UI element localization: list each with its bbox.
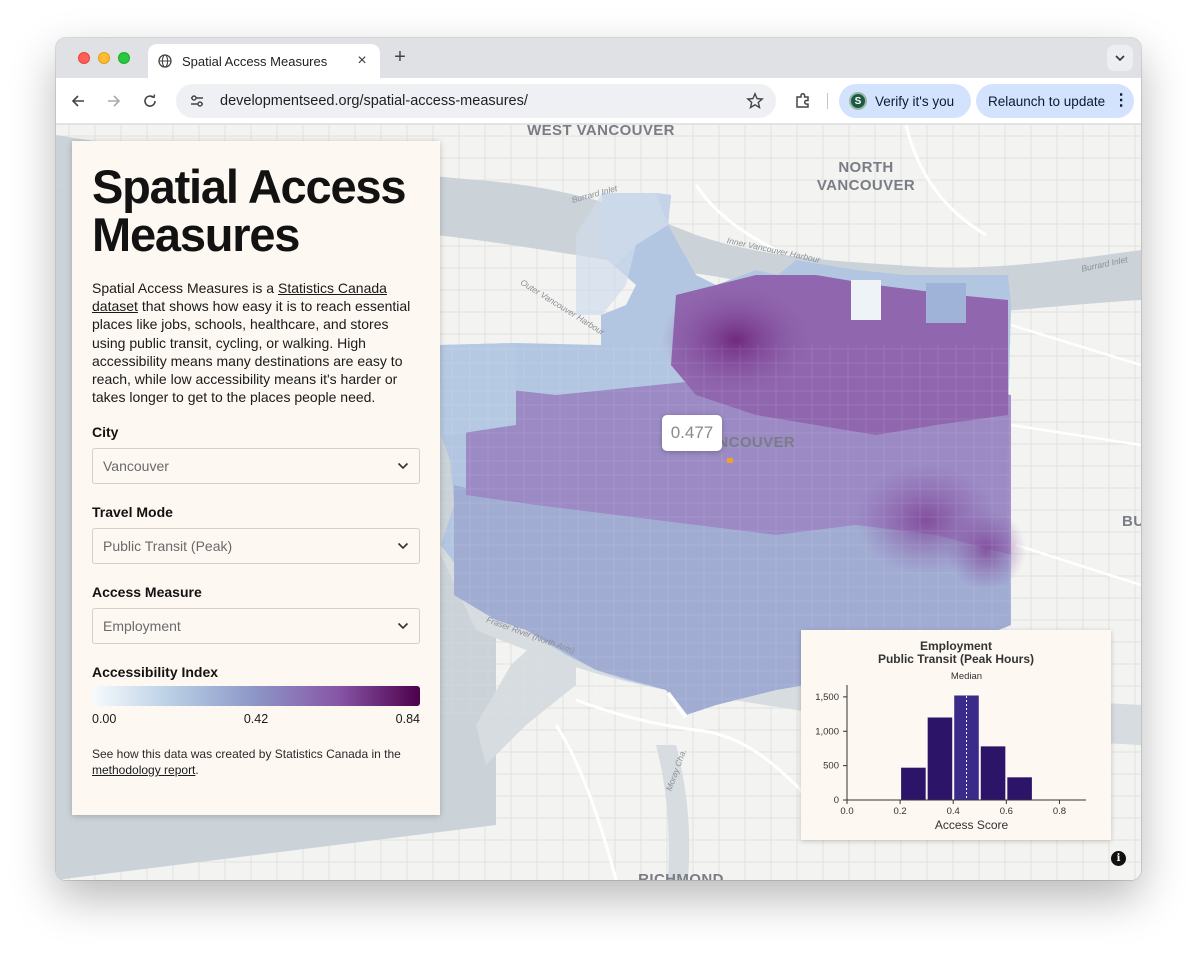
tab-search-button[interactable] — [1107, 45, 1133, 71]
tab-title: Spatial Access Measures — [182, 53, 328, 69]
map-label-west-vancouver: WEST VANCOUVER — [527, 125, 675, 139]
verify-label: Verify it's you — [875, 93, 955, 109]
panel-description: Spatial Access Measures is a Statistics … — [92, 279, 420, 406]
histogram-bar — [1007, 777, 1032, 800]
info-icon[interactable]: i — [1111, 851, 1126, 866]
toolbar-divider — [827, 93, 828, 109]
histogram-chart: 0.0 0.2 0.4 0.6 0.8 0 500 1,000 1,500 Median Acces… — [815, 671, 1086, 832]
x-tick-label: 0.0 — [840, 806, 853, 817]
relaunch-button[interactable]: Relaunch to update ⋮ — [976, 84, 1134, 118]
map-value-tooltip: 0.477 — [662, 415, 722, 451]
access-measure-select-value: Employment — [103, 618, 181, 635]
x-tick-label: 0.6 — [1000, 806, 1013, 817]
y-tick-label: 0 — [834, 795, 839, 806]
extensions-puzzle-icon[interactable] — [793, 91, 813, 111]
methodology-report-link[interactable]: methodology report — [92, 763, 195, 777]
y-tick-label: 1,500 — [815, 692, 839, 703]
close-tab-icon[interactable]: × — [354, 52, 370, 70]
footnote-suffix: . — [195, 763, 199, 778]
low-access-block[interactable] — [926, 283, 966, 323]
kebab-menu-icon[interactable]: ⋮ — [1113, 93, 1129, 109]
side-panel: Spatial Access Measures Spatial Access M… — [72, 141, 440, 815]
travel-mode-select[interactable]: Public Transit (Peak) — [92, 528, 420, 565]
legend-title: Accessibility Index — [92, 664, 219, 681]
active-tab[interactable]: Spatial Access Measures × — [148, 44, 380, 78]
verify-profile-button[interactable]: S Verify it's you — [839, 84, 971, 118]
x-tick-label: 0.2 — [894, 806, 907, 817]
methodology-note: See how this data was created by Statist… — [92, 746, 420, 778]
back-arrow-icon[interactable] — [68, 91, 88, 111]
y-tick-label: 500 — [823, 761, 839, 772]
chevron-down-icon — [397, 622, 409, 630]
reload-icon[interactable] — [140, 91, 160, 111]
legend-tick-max: 0.84 — [395, 712, 420, 727]
url-text: developmentseed.org/spatial-access-measu… — [220, 93, 528, 109]
hover-marker — [727, 458, 733, 463]
new-tab-icon[interactable]: + — [390, 46, 410, 69]
map-label-burnaby: BU — [1122, 513, 1141, 530]
x-tick-label: 0.8 — [1053, 806, 1066, 817]
histogram-bar — [927, 717, 953, 800]
bookmark-star-icon[interactable] — [746, 92, 764, 110]
access-measure-label: Access Measure — [92, 584, 202, 601]
footnote-prefix: See how this data was created by Statist… — [92, 747, 401, 762]
x-axis-label: Access Score — [935, 818, 1009, 832]
histogram-bar — [901, 767, 926, 800]
relaunch-label: Relaunch to update — [988, 93, 1106, 109]
access-measure-select[interactable]: Employment — [92, 608, 420, 645]
legend-gradient-bar — [92, 686, 420, 707]
globe-icon — [158, 54, 172, 68]
travel-mode-label: Travel Mode — [92, 504, 173, 521]
chevron-down-icon — [1115, 55, 1125, 61]
description-prefix: Spatial Access Measures is a — [92, 280, 278, 296]
chevron-down-icon — [397, 462, 409, 470]
site-settings-icon[interactable] — [188, 92, 206, 110]
browser-toolbar: developmentseed.org/spatial-access-measu… — [56, 78, 1141, 124]
x-tick-label: 0.4 — [947, 806, 960, 817]
y-tick-label: 1,000 — [815, 726, 839, 737]
legend-tick-min: 0.00 — [92, 712, 117, 727]
tab-strip: Spatial Access Measures × + — [56, 38, 1141, 78]
city-select[interactable]: Vancouver — [92, 448, 420, 485]
histogram-card: Employment Public Transit (Peak Hours) 0… — [801, 630, 1111, 840]
map-container[interactable]: WEST VANCOUVER NORTH VANCOUVER VANCOUVER… — [56, 125, 1141, 880]
forward-arrow-icon[interactable] — [104, 91, 124, 111]
address-bar[interactable]: developmentseed.org/spatial-access-measu… — [176, 84, 776, 118]
chevron-down-icon — [397, 542, 409, 550]
median-label: Median — [951, 671, 982, 682]
minimize-window-button[interactable] — [98, 52, 110, 64]
description-body: that shows how easy it is to reach essen… — [92, 298, 411, 406]
city-label: City — [92, 424, 119, 441]
low-access-block[interactable] — [851, 280, 881, 320]
legend-tick-mid: 0.42 — [243, 712, 269, 727]
avatar: S — [849, 92, 867, 110]
page-title: Spatial Access Measures — [92, 160, 406, 261]
map-label-north-vancouver: NORTH VANCOUVER — [816, 159, 916, 194]
browser-window: Spatial Access Measures × + developments… — [56, 38, 1141, 880]
legend-ticks: 0.00 0.42 0.84 — [92, 712, 420, 726]
travel-mode-select-value: Public Transit (Peak) — [103, 538, 233, 555]
map-label-richmond: RICHMOND — [638, 871, 724, 880]
zoom-window-button[interactable] — [118, 52, 130, 64]
city-select-value: Vancouver — [103, 458, 169, 475]
close-window-button[interactable] — [78, 52, 90, 64]
histogram-bar — [980, 746, 1006, 800]
